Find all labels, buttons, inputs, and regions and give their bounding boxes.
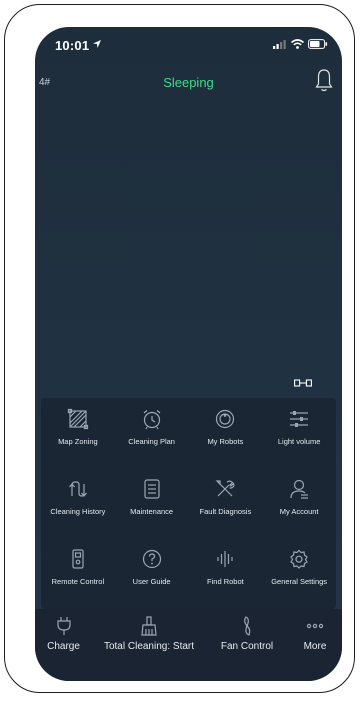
charge-label: Charge (47, 641, 80, 652)
broom-icon (141, 616, 157, 636)
history-icon (68, 481, 87, 497)
menu-label: Cleaning Plan (128, 437, 175, 446)
more-button[interactable]: More (288, 609, 342, 681)
menu-label: My Robots (207, 437, 244, 446)
bottom-action-bar: Charge Total Cleaning: Start Fan Control (35, 609, 342, 681)
alarm-clock-icon (143, 410, 161, 430)
status-bar: 10:01 (35, 27, 342, 61)
menu-label: Fault Diagnosis (199, 507, 252, 516)
phone-frame: 10:01 4# Sleeping Map Zoning Cleaning Pl… (4, 4, 355, 693)
menu-label: Cleaning History (50, 507, 106, 516)
total-cleaning-button[interactable]: Total Cleaning: Start (92, 609, 206, 681)
robot-icon (216, 409, 235, 429)
location-arrow-icon (93, 40, 101, 48)
menu-label: Light volume (277, 437, 321, 446)
menu-item-light-volume[interactable]: Light volume (262, 400, 336, 470)
menu-item-my-account[interactable]: My Account (262, 470, 336, 540)
app-screen: 10:01 4# Sleeping Map Zoning Cleaning Pl… (35, 27, 342, 681)
map-link-icon[interactable] (294, 379, 312, 387)
menu-label: General Settings (271, 577, 328, 586)
more-dots-icon (306, 623, 324, 629)
tools-icon (215, 480, 235, 497)
charge-button[interactable]: Charge (35, 609, 92, 681)
sliders-icon (290, 411, 309, 427)
plug-icon (56, 617, 71, 635)
settings-cog-icon (290, 549, 308, 569)
fan-control-label: Fan Control (220, 641, 274, 652)
menu-item-fault-diagnosis[interactable]: Fault Diagnosis (189, 470, 263, 540)
menu-item-user-guide[interactable]: User Guide (115, 540, 189, 606)
menu-item-general-settings[interactable]: General Settings (262, 540, 336, 606)
menu-label: User Guide (132, 577, 171, 586)
robot-status: Sleeping (163, 75, 214, 90)
fan-control-button[interactable]: Fan Control (206, 609, 288, 681)
remote-icon (72, 549, 84, 569)
battery-icon (308, 39, 328, 49)
menu-item-find-robot[interactable]: Find Robot (189, 540, 263, 606)
account-icon (290, 479, 309, 499)
menu-label: Find Robot (207, 577, 244, 586)
question-icon (142, 549, 161, 569)
menu-label: Map Zoning (58, 437, 98, 446)
document-icon (144, 479, 160, 499)
menu-label: Maintenance (130, 507, 174, 516)
status-icons (273, 38, 328, 50)
menu-item-remote-control[interactable]: Remote Control (41, 540, 115, 606)
more-label: More (303, 641, 327, 652)
wifi-icon (291, 39, 304, 49)
map-zoning-icon (67, 408, 88, 430)
menu-item-cleaning-history[interactable]: Cleaning History (41, 470, 115, 540)
menu-item-map-zoning[interactable]: Map Zoning (41, 400, 115, 470)
menu-item-my-robots[interactable]: My Robots (189, 400, 263, 470)
total-cleaning-label: Total Cleaning: Start (103, 641, 195, 652)
menu-item-cleaning-plan[interactable]: Cleaning Plan (115, 400, 189, 470)
menu-label: My Account (279, 507, 319, 516)
menu-item-maintenance[interactable]: Maintenance (115, 470, 189, 540)
menu-label: Remote Control (51, 577, 105, 586)
signal-icon (273, 40, 286, 49)
bell-icon[interactable] (314, 67, 334, 93)
sound-wave-icon (217, 551, 233, 567)
function-menu: Map Zoning Cleaning Plan My Robots Light… (41, 398, 336, 609)
fan-icon (244, 616, 251, 636)
status-time: 10:01 (55, 38, 90, 53)
